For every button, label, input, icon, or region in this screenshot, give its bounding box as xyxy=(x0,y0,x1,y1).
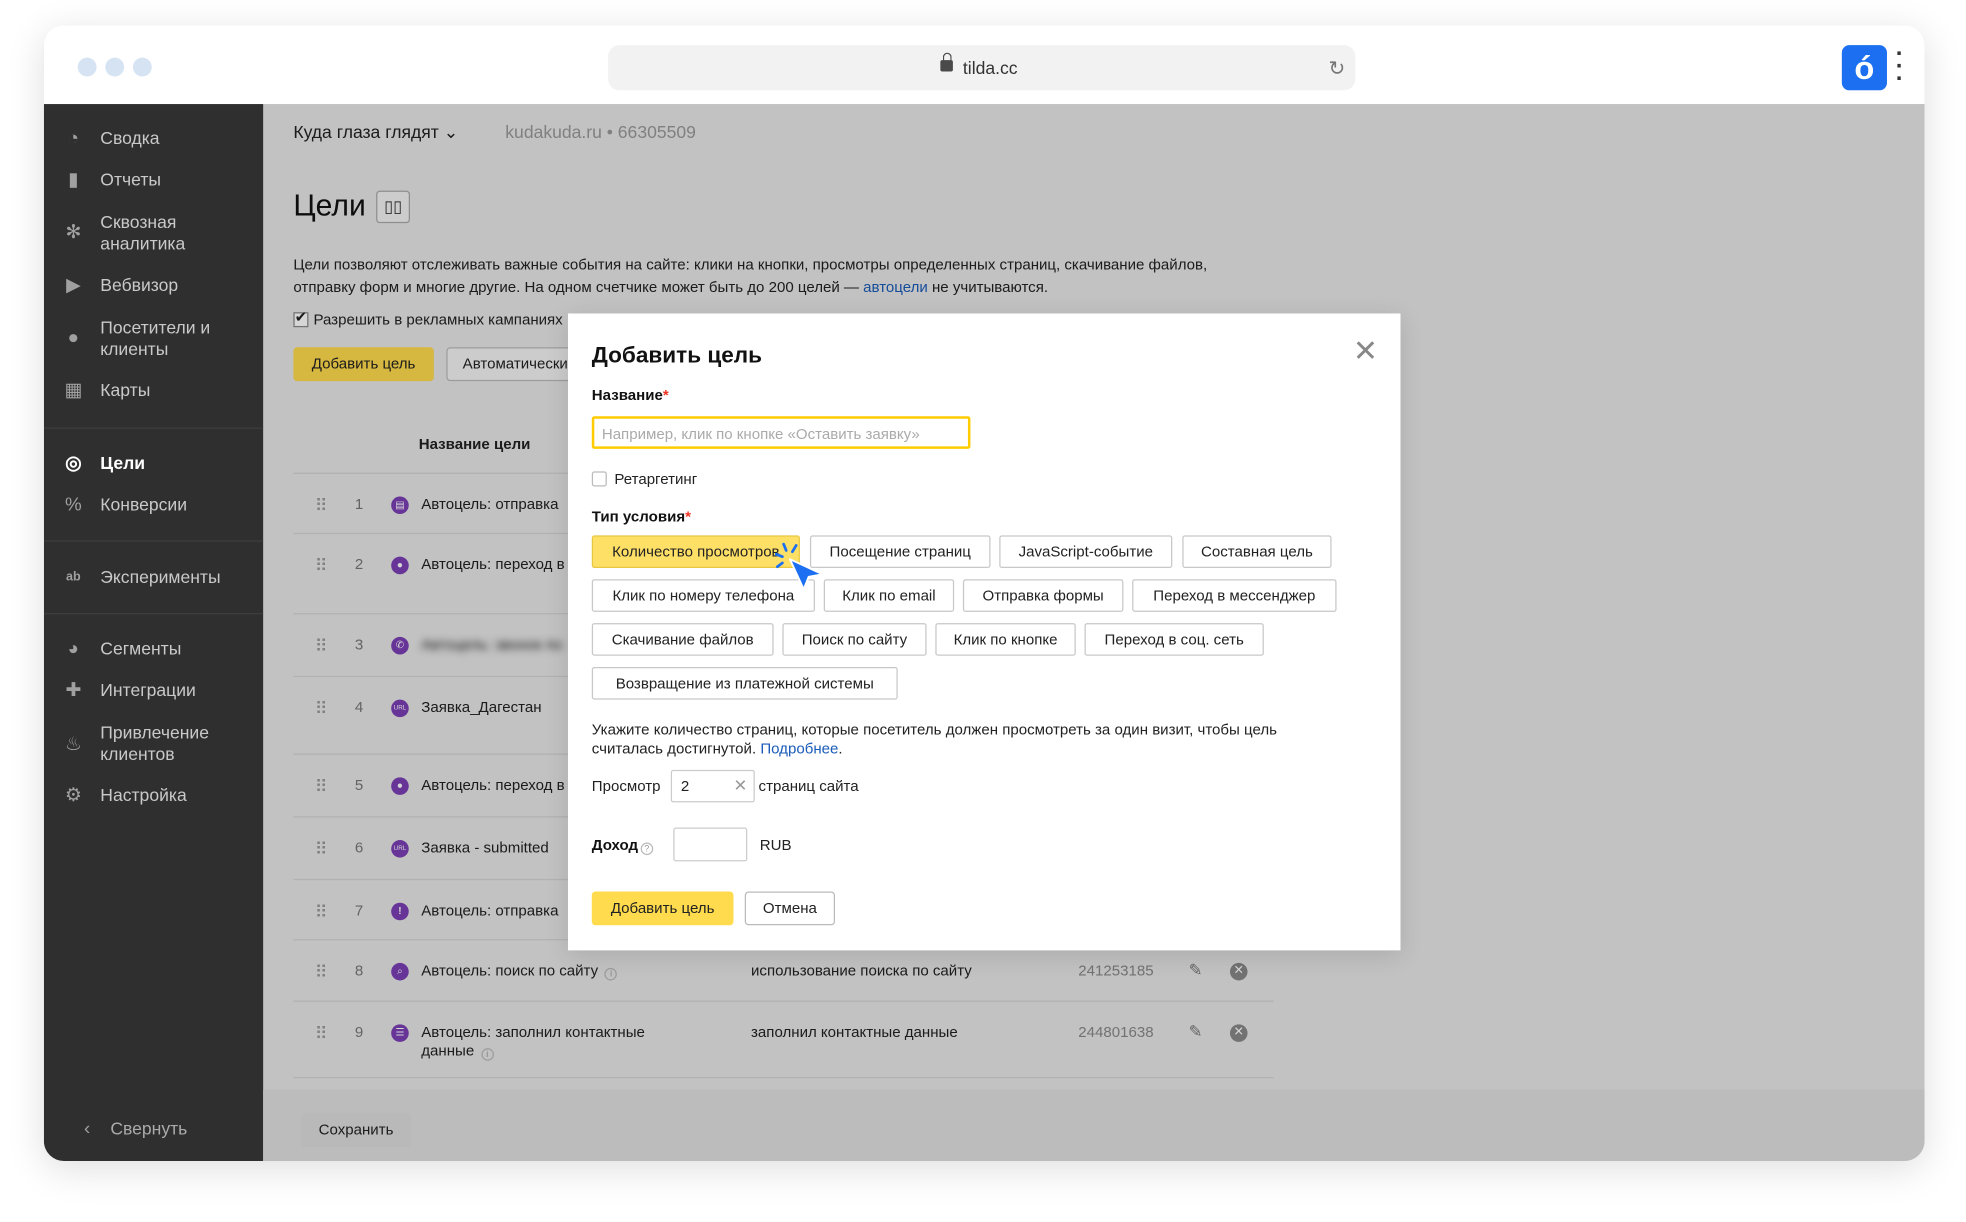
window-minimize-dot[interactable] xyxy=(105,57,125,77)
lock-icon xyxy=(940,52,953,72)
map-icon: ▦ xyxy=(64,379,83,402)
sidebar-divider xyxy=(43,540,264,542)
browser-toolbar: tilda.cc ↻ ó · · · xyxy=(43,25,1925,105)
brand-logo-icon[interactable]: ó xyxy=(1841,45,1887,91)
condition-pageviews-button[interactable]: Количество просмотров xyxy=(591,535,800,568)
dashboard-icon: ◔ xyxy=(67,127,80,150)
modal-cancel-button[interactable]: Отмена xyxy=(744,891,836,926)
condition-composite-button[interactable]: Составная цель xyxy=(1182,535,1332,568)
sidebar-item-label: Настройка xyxy=(100,784,187,805)
sidebar-divider xyxy=(43,613,264,615)
condition-hint: Укажите количество страниц, которые посе… xyxy=(591,720,1277,758)
puzzle-icon: ✚ xyxy=(65,679,82,701)
snowflake-icon: ✻ xyxy=(65,221,82,244)
condition-file-download-button[interactable]: Скачивание файлов xyxy=(591,623,774,656)
play-icon: ▶ xyxy=(66,274,81,296)
income-label-text: Доход xyxy=(591,836,639,854)
sidebar-item-label: Эксперименты xyxy=(100,566,221,587)
retargeting-label: Ретаргетинг xyxy=(614,470,698,488)
mouse-cursor-icon xyxy=(774,542,824,591)
condition-payment-return-button[interactable]: Возвращение из платежной системы xyxy=(591,667,898,700)
gear-icon: ⚙ xyxy=(64,784,82,807)
hint-text: Укажите количество страниц, которые посе… xyxy=(591,720,1277,758)
sidebar-item-label: Интеграции xyxy=(100,679,196,700)
sidebar-item-label: Привлечение клиентов xyxy=(100,722,210,764)
window-close-dot[interactable] xyxy=(77,57,97,77)
condition-form-submit-button[interactable]: Отправка формы xyxy=(962,579,1124,612)
url-text: tilda.cc xyxy=(962,57,1018,78)
clear-icon[interactable]: ✕ xyxy=(733,776,747,796)
ab-icon: ab xyxy=(66,570,81,585)
modal-title: Добавить цель xyxy=(591,342,763,368)
condition-button-click-button[interactable]: Клик по кнопке xyxy=(935,623,1076,656)
goal-name-input[interactable]: Например, клик по кнопке «Оставить заявк… xyxy=(591,416,971,449)
sidebar-item-label: Карты xyxy=(100,379,151,400)
name-label: Название* xyxy=(591,386,669,404)
add-goal-modal: Добавить цель ✕ Название* Например, клик… xyxy=(567,313,1401,951)
more-link[interactable]: Подробнее xyxy=(760,740,838,758)
currency-label: RUB xyxy=(759,836,792,854)
income-label: Доход? xyxy=(591,836,654,856)
bar-chart-icon: ▮ xyxy=(68,169,79,191)
condition-site-search-button[interactable]: Поиск по сайту xyxy=(782,623,927,656)
views-prefix: Просмотр xyxy=(591,777,661,795)
percent-icon: % xyxy=(64,493,82,516)
condition-messenger-button[interactable]: Переход в мессенджер xyxy=(1132,579,1337,612)
window-zoom-dot[interactable] xyxy=(132,57,152,77)
target-icon: ◎ xyxy=(65,452,82,474)
sidebar-item-label: Конверсии xyxy=(100,493,188,515)
condition-label: Тип условия* xyxy=(591,507,691,526)
pie-icon: ◕ xyxy=(67,638,80,660)
condition-social-button[interactable]: Переход в соц. сеть xyxy=(1084,623,1264,656)
condition-page-visit-button[interactable]: Посещение страниц xyxy=(809,535,991,568)
sidebar-item-label: Отчеты xyxy=(100,169,161,190)
sidebar-item-label: Цели xyxy=(100,452,146,473)
retargeting-checkbox[interactable]: Ретаргетинг xyxy=(591,470,698,488)
collapse-label: Свернуть xyxy=(110,1118,188,1139)
views-suffix: страниц сайта xyxy=(758,777,859,795)
income-input[interactable] xyxy=(673,827,748,862)
chevron-left-icon: ‹ xyxy=(84,1118,91,1140)
close-icon[interactable]: ✕ xyxy=(1353,334,1378,370)
help-icon[interactable]: ? xyxy=(640,842,654,856)
address-bar[interactable]: tilda.cc ↻ xyxy=(608,45,1356,91)
condition-js-event-button[interactable]: JavaScript-событие xyxy=(999,535,1173,568)
sidebar-item-label: Сегменты xyxy=(100,638,182,659)
sidebar-item-label: Сквозная аналитика xyxy=(100,211,186,254)
person-icon: ● xyxy=(67,327,80,349)
sidebar-item-label: Вебвизор xyxy=(100,274,179,295)
reload-icon[interactable]: ↻ xyxy=(1329,56,1346,81)
sidebar-item-label: Сводка xyxy=(100,127,160,148)
sidebar: ◔ Сводка ▮ Отчеты ✻ Сквозная аналитика ▶ Веб… xyxy=(43,104,264,1162)
flame-icon: ♨ xyxy=(64,733,82,755)
condition-label-text: Тип условия xyxy=(591,507,686,526)
checkbox-empty-icon xyxy=(591,471,607,487)
sidebar-item-label: Посетители и клиенты xyxy=(100,317,211,359)
condition-email-click-button[interactable]: Клик по email xyxy=(823,579,955,612)
name-label-text: Название xyxy=(591,386,663,404)
modal-add-goal-button[interactable]: Добавить цель xyxy=(591,891,734,926)
kebab-menu-icon[interactable]: · · · xyxy=(1896,43,1904,92)
sidebar-divider xyxy=(43,427,264,429)
